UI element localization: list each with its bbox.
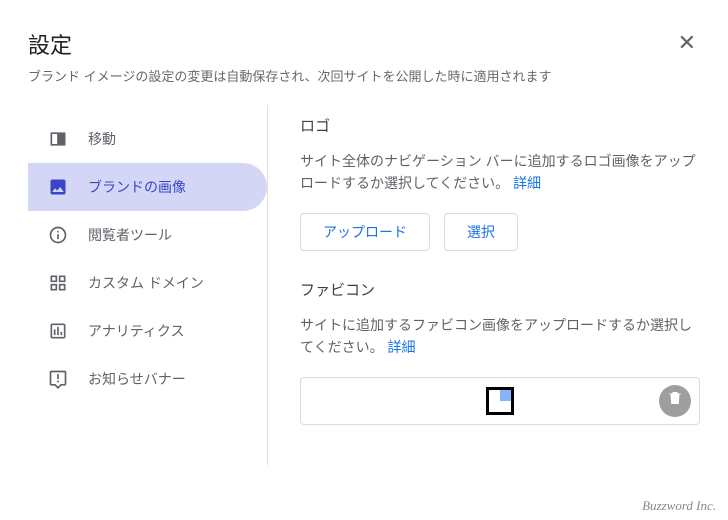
sidebar-item-viewer-tools[interactable]: 閲覧者ツール bbox=[28, 211, 267, 259]
sidebar-item-analytics[interactable]: アナリティクス bbox=[28, 307, 267, 355]
favicon-image bbox=[486, 387, 514, 415]
favicon-section-desc: サイトに追加するファビコン画像をアップロードするか選択してください。 詳細 bbox=[300, 314, 700, 359]
logo-button-row: アップロード 選択 bbox=[300, 213, 700, 251]
sidebar-item-label: 移動 bbox=[88, 129, 116, 149]
trash-icon bbox=[666, 389, 684, 412]
settings-content: ロゴ サイト全体のナビゲーション バーに追加するロゴ画像をアップロードするか選択… bbox=[268, 105, 700, 465]
dialog-subtitle: ブランド イメージの設定の変更は自動保存され、次回サイトを公開した時に適用されま… bbox=[28, 66, 551, 85]
logo-section-desc: サイト全体のナビゲーション バーに追加するロゴ画像をアップロードするか選択してく… bbox=[300, 150, 700, 195]
settings-dialog: 設定 ブランド イメージの設定の変更は自動保存され、次回サイトを公開した時に適用… bbox=[0, 0, 728, 465]
watermark: Buzzword Inc. bbox=[642, 498, 716, 514]
header-text: 設定 ブランド イメージの設定の変更は自動保存され、次回サイトを公開した時に適用… bbox=[28, 28, 551, 105]
logo-section-title: ロゴ bbox=[300, 115, 700, 136]
delete-favicon-button[interactable] bbox=[659, 385, 691, 417]
sidebar-item-announcement-banner[interactable]: お知らせバナー bbox=[28, 355, 267, 403]
sidebar-item-custom-domain[interactable]: カスタム ドメイン bbox=[28, 259, 267, 307]
logo-details-link[interactable]: 詳細 bbox=[513, 175, 541, 191]
sidebar-item-label: カスタム ドメイン bbox=[88, 273, 204, 293]
settings-sidebar: 移動 ブランドの画像 閲覧者ツール カスタム ドメイン bbox=[28, 105, 268, 465]
close-icon: ✕ bbox=[678, 30, 696, 55]
upload-button[interactable]: アップロード bbox=[300, 213, 430, 251]
sidebar-item-label: 閲覧者ツール bbox=[88, 225, 172, 245]
dialog-header: 設定 ブランド イメージの設定の変更は自動保存され、次回サイトを公開した時に適用… bbox=[28, 28, 700, 105]
select-button[interactable]: 選択 bbox=[444, 213, 518, 251]
dialog-title: 設定 bbox=[28, 28, 551, 60]
sidebar-item-label: アナリティクス bbox=[88, 321, 184, 341]
image-icon bbox=[46, 175, 70, 199]
favicon-details-link[interactable]: 詳細 bbox=[387, 339, 415, 355]
sidebar-item-label: ブランドの画像 bbox=[88, 177, 186, 197]
sidebar-item-label: お知らせバナー bbox=[88, 369, 186, 389]
analytics-icon bbox=[46, 319, 70, 343]
info-icon bbox=[46, 223, 70, 247]
sidebar-item-brand-images[interactable]: ブランドの画像 bbox=[28, 163, 267, 211]
favicon-section-title: ファビコン bbox=[300, 279, 700, 300]
favicon-preview-box bbox=[300, 377, 700, 425]
dialog-body: 移動 ブランドの画像 閲覧者ツール カスタム ドメイン bbox=[28, 105, 700, 465]
navigation-icon bbox=[46, 127, 70, 151]
domain-icon bbox=[46, 271, 70, 295]
sidebar-item-navigation[interactable]: 移動 bbox=[28, 115, 267, 163]
close-button[interactable]: ✕ bbox=[674, 28, 700, 58]
announcement-icon bbox=[46, 367, 70, 391]
